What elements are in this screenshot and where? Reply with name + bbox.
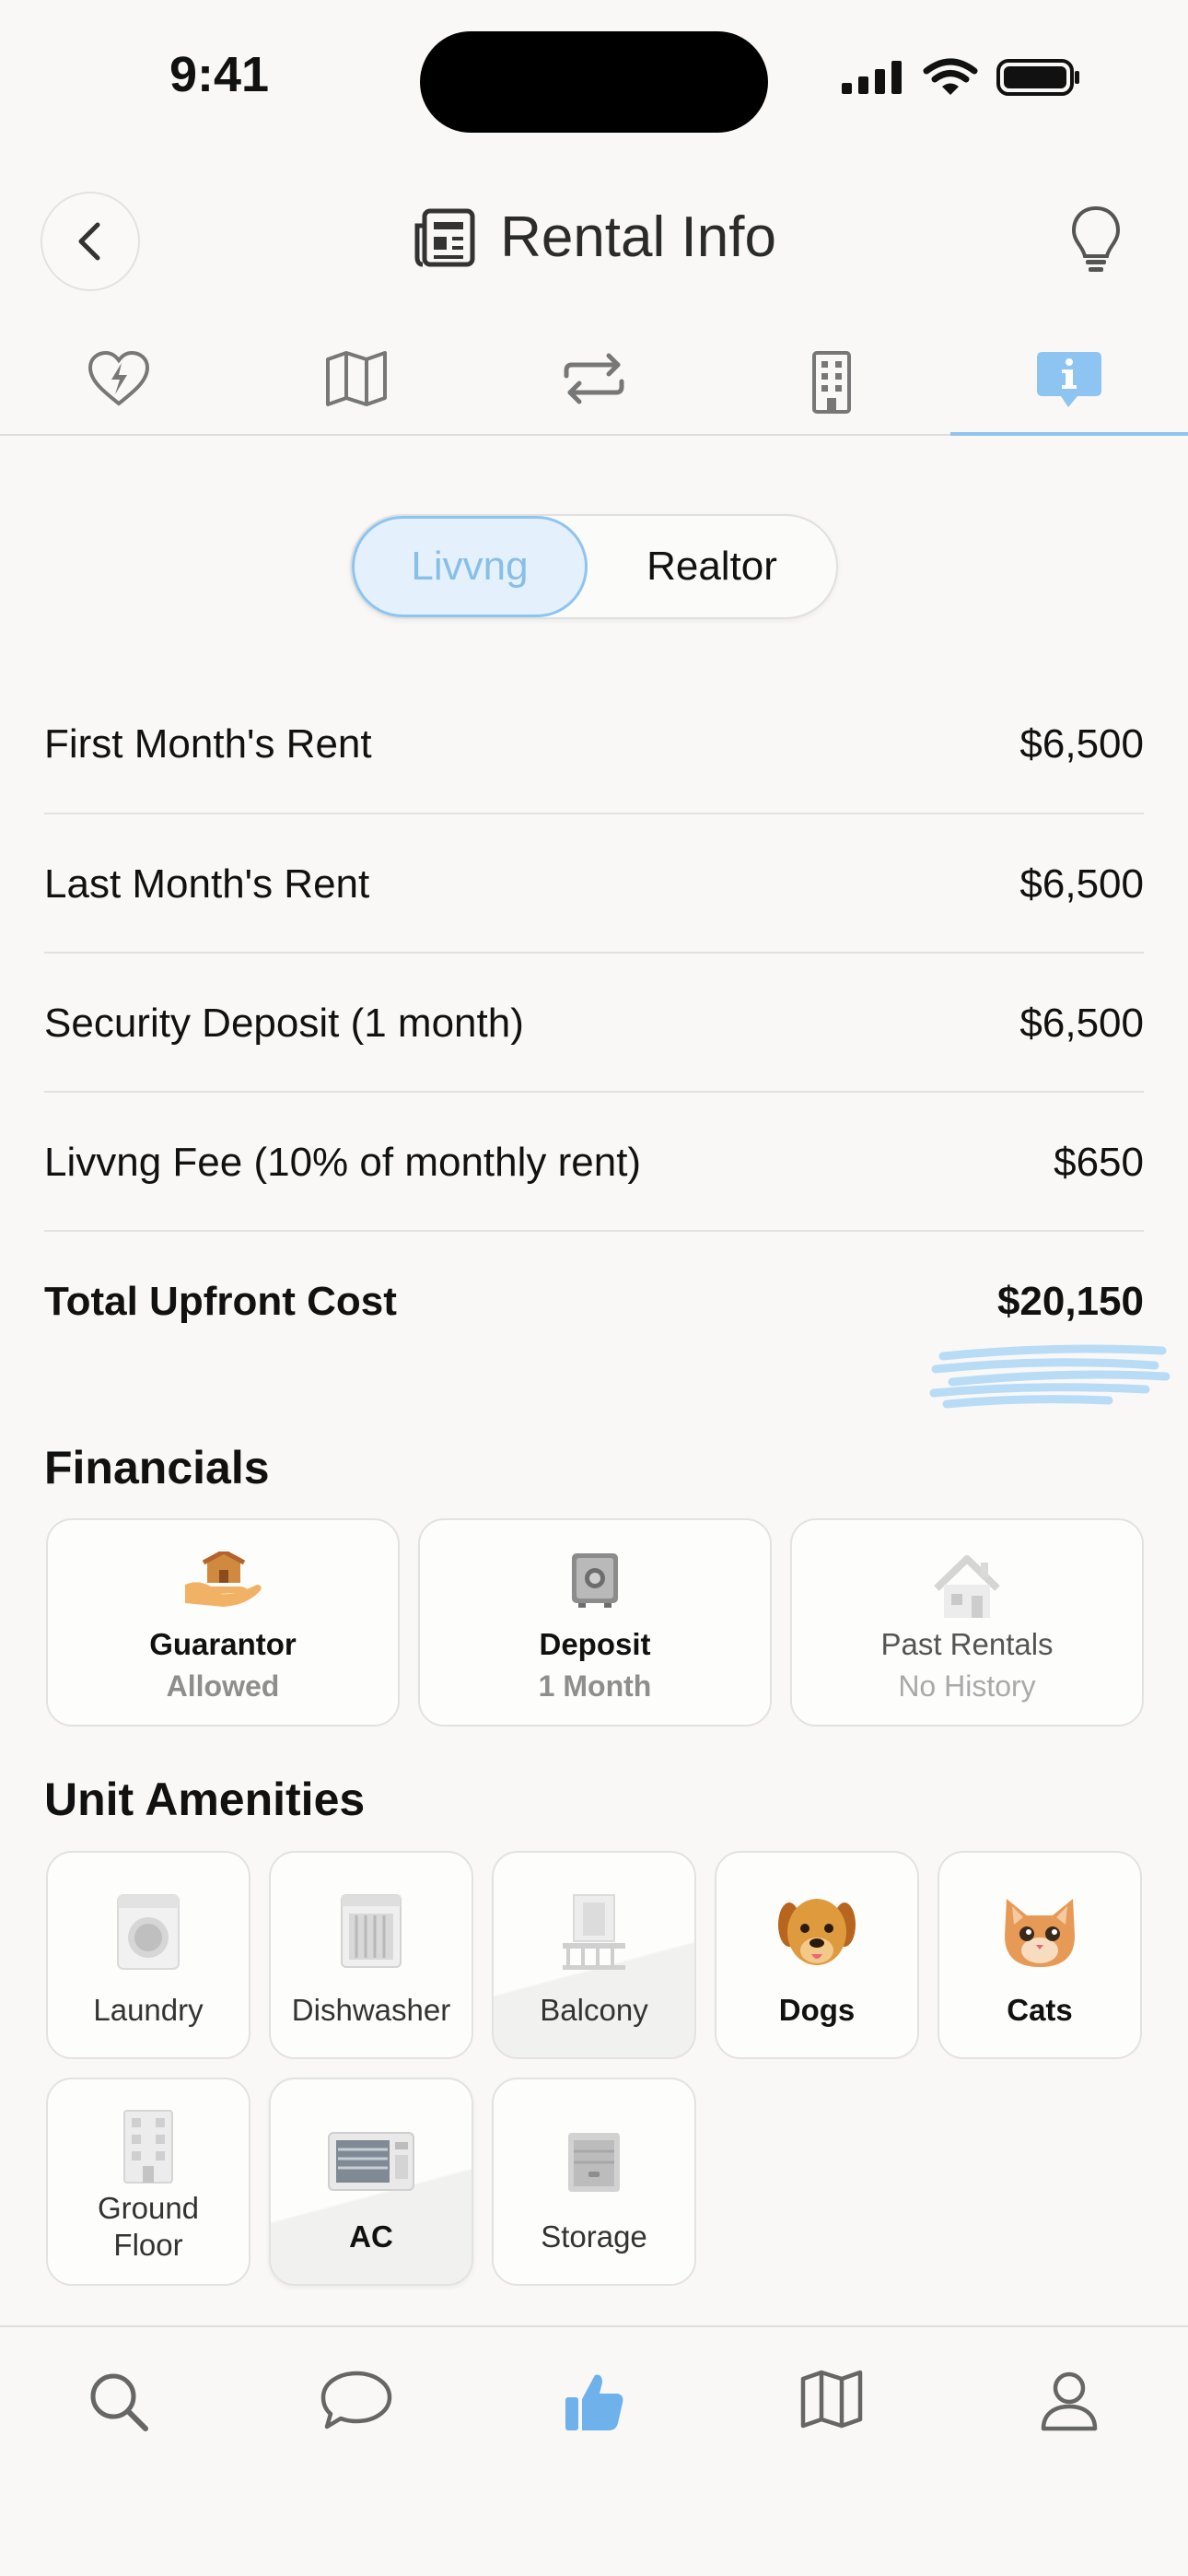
amenity-label-line: Floor: [113, 2228, 183, 2262]
segment-realtor[interactable]: Realtor: [589, 516, 834, 617]
financial-label: Past Rentals: [880, 1627, 1054, 1661]
washing-machine-icon: [117, 1894, 180, 1970]
cat-face-icon: [1005, 1899, 1075, 1967]
status-icons: [840, 57, 1081, 98]
amenity-cats[interactable]: Cats: [938, 1851, 1142, 2059]
amenity-ac[interactable]: AC: [269, 2078, 473, 2286]
amenity-balcony[interactable]: Balcony: [492, 1851, 696, 2059]
nav-map[interactable]: [772, 2370, 891, 2443]
status-time: 9:41: [169, 47, 270, 102]
cost-value: $6,500: [1019, 720, 1144, 767]
tab-building[interactable]: [713, 350, 950, 435]
amenity-label: Balcony: [540, 1993, 648, 2027]
balcony-icon: [563, 1894, 625, 1970]
thumbs-up-icon: [565, 2374, 623, 2430]
financial-value: 1 Month: [538, 1669, 652, 1703]
bottom-navigation: [0, 2327, 1188, 2576]
highlight-scribble: [929, 1344, 1171, 1409]
active-tab-indicator: [950, 432, 1188, 436]
info-bubble-icon: [1037, 352, 1101, 407]
cost-row: Last Month's Rent $6,500: [44, 814, 1144, 954]
cost-label: First Month's Rent: [44, 720, 372, 767]
tips-button[interactable]: [1068, 205, 1124, 279]
page-title: Rental Info: [500, 205, 776, 269]
nav-profile[interactable]: [1009, 2370, 1129, 2443]
amenity-label: Cats: [1007, 1993, 1073, 2027]
cost-row: First Month's Rent $6,500: [44, 674, 1144, 814]
cost-row: Livvng Fee (10% of monthly rent) $650: [44, 1093, 1144, 1232]
safe-icon: [572, 1553, 618, 1608]
tab-rental-info[interactable]: [950, 350, 1188, 435]
amenity-label: Storage: [541, 2219, 647, 2254]
air-conditioner-icon: [328, 2132, 414, 2191]
segment-livvng[interactable]: Livvng: [352, 516, 588, 617]
chat-icon: [320, 2371, 392, 2430]
amenity-laundry[interactable]: Laundry: [46, 1851, 250, 2059]
amenity-storage[interactable]: Storage: [492, 2078, 696, 2286]
amenity-dogs[interactable]: Dogs: [715, 1851, 919, 2059]
cost-label: Last Month's Rent: [44, 861, 370, 907]
dog-face-icon: [778, 1899, 856, 1965]
amenity-label: Dogs: [778, 1993, 856, 2027]
signal-icon: [842, 61, 902, 94]
financial-card-guarantor[interactable]: Guarantor Allowed: [46, 1518, 400, 1727]
hand-house-icon: [185, 1551, 262, 1607]
total-label: Total Upfront Cost: [44, 1278, 397, 1324]
cost-label: Livvng Fee (10% of monthly rent): [44, 1139, 642, 1185]
financial-label: Deposit: [539, 1627, 651, 1661]
amenity-label: Ground Floor: [48, 2190, 249, 2264]
dynamic-island: [420, 31, 768, 133]
tab-map[interactable]: [238, 350, 475, 435]
amenity-label: AC: [349, 2219, 393, 2254]
apartment-building-icon: [123, 2110, 173, 2184]
amenity-label-line: Ground: [97, 2191, 200, 2225]
financial-card-past-rentals[interactable]: Past Rentals No History: [790, 1518, 1144, 1727]
amenities-heading: Unit Amenities: [44, 1774, 366, 1825]
financial-card-deposit[interactable]: Deposit 1 Month: [418, 1518, 772, 1727]
newspaper-icon: [414, 208, 475, 266]
battery-icon: [996, 59, 1079, 96]
nav-messages[interactable]: [297, 2370, 416, 2443]
tab-highlights[interactable]: [0, 350, 238, 435]
map-icon: [326, 351, 387, 406]
section-tabs: [0, 350, 1188, 435]
amenity-ground-floor[interactable]: Ground Floor: [46, 2078, 250, 2286]
amenity-label: Dishwasher: [291, 1993, 451, 2027]
wifi-icon: [923, 58, 978, 95]
amenity-dishwasher[interactable]: Dishwasher: [269, 1851, 473, 2059]
cost-row: Security Deposit (1 month) $6,500: [44, 954, 1144, 1093]
nav-likes[interactable]: [534, 2370, 654, 2443]
lightbulb-icon: [1071, 205, 1121, 272]
financials-heading: Financials: [44, 1442, 270, 1493]
total-value: $20,150: [996, 1278, 1144, 1324]
page-header: Rental Info: [0, 205, 1188, 270]
profile-icon: [1041, 2371, 1098, 2431]
heart-bolt-icon: [87, 350, 150, 406]
cost-value: $650: [1054, 1139, 1144, 1185]
financial-label: Guarantor: [149, 1627, 297, 1661]
tab-commute[interactable]: [475, 350, 713, 435]
repeat-icon: [564, 353, 624, 404]
amenity-label: Laundry: [93, 1993, 204, 2027]
building-icon: [812, 351, 851, 414]
storage-unit-icon: [568, 2133, 620, 2192]
nav-search[interactable]: [59, 2370, 179, 2443]
financial-value: Allowed: [166, 1669, 280, 1703]
search-icon: [90, 2373, 148, 2431]
cost-value: $6,500: [1019, 1000, 1144, 1046]
map-icon: [800, 2370, 863, 2429]
house-icon: [934, 1555, 1000, 1618]
financial-value: No History: [898, 1669, 1036, 1703]
dishwasher-icon: [341, 1894, 402, 1968]
cost-label: Security Deposit (1 month): [44, 1000, 524, 1046]
cost-value: $6,500: [1019, 861, 1144, 907]
